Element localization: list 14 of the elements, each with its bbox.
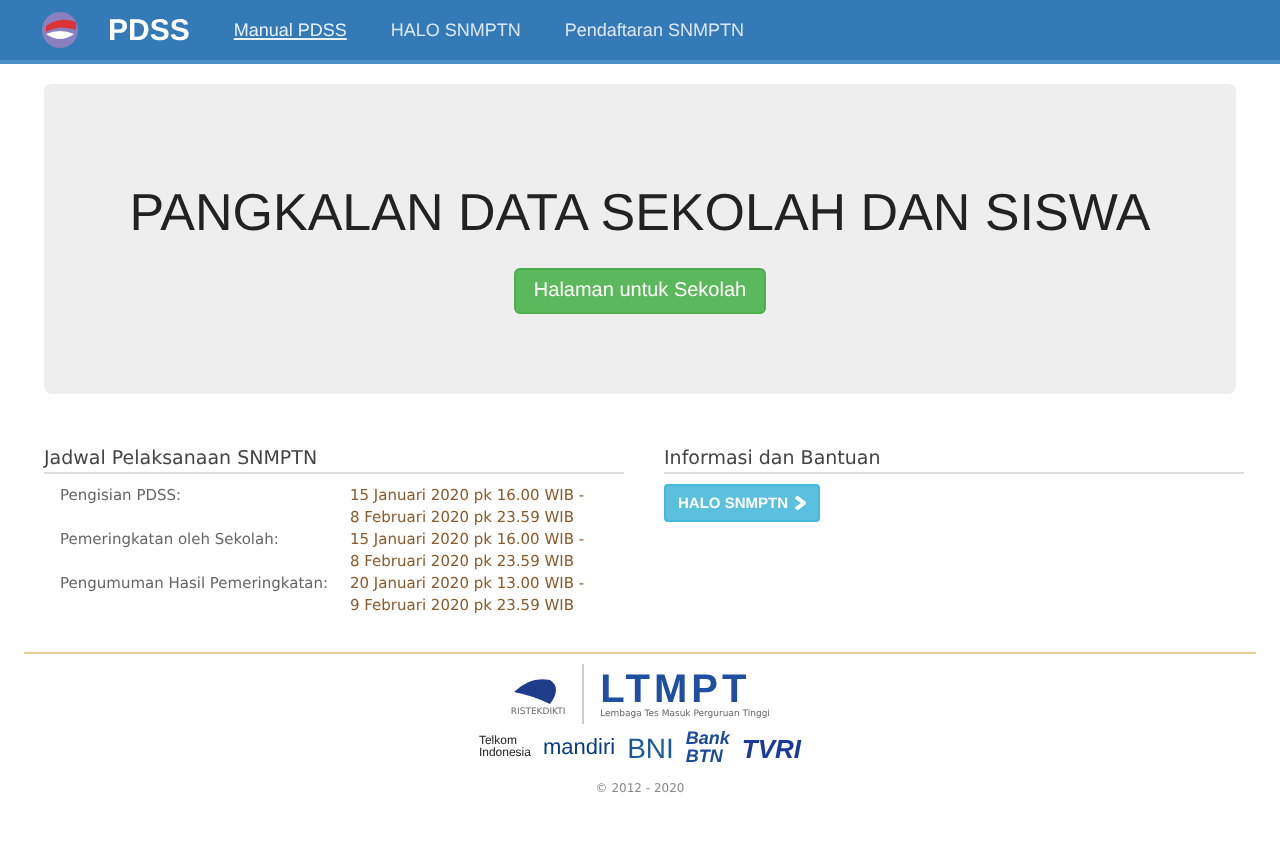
brand-name[interactable]: PDSS <box>108 13 190 47</box>
sponsor-logo: mandiri <box>542 737 616 759</box>
section-heading: Informasi dan Bantuan <box>664 448 1244 474</box>
sponsor-logo: Bank BTN <box>685 730 730 766</box>
chevron-icon <box>794 496 806 510</box>
hero-title: PANGKALAN DATA SEKOLAH DAN SISWA <box>129 181 1151 243</box>
nav-link[interactable]: Pendaftaran SNMPTN <box>564 20 744 40</box>
sponsor-logo: TVRI <box>741 735 802 761</box>
logo-icon <box>40 10 80 50</box>
nav-link[interactable]: Manual PDSS <box>233 20 347 40</box>
school-page-button[interactable]: Halaman untuk Sekolah <box>513 267 767 313</box>
sponsor-logo: BNI <box>627 734 674 762</box>
nav-link[interactable]: HALO SNMPTN <box>390 20 521 40</box>
section-heading: Jadwal Pelaksanaan SNMPTN <box>44 448 624 474</box>
